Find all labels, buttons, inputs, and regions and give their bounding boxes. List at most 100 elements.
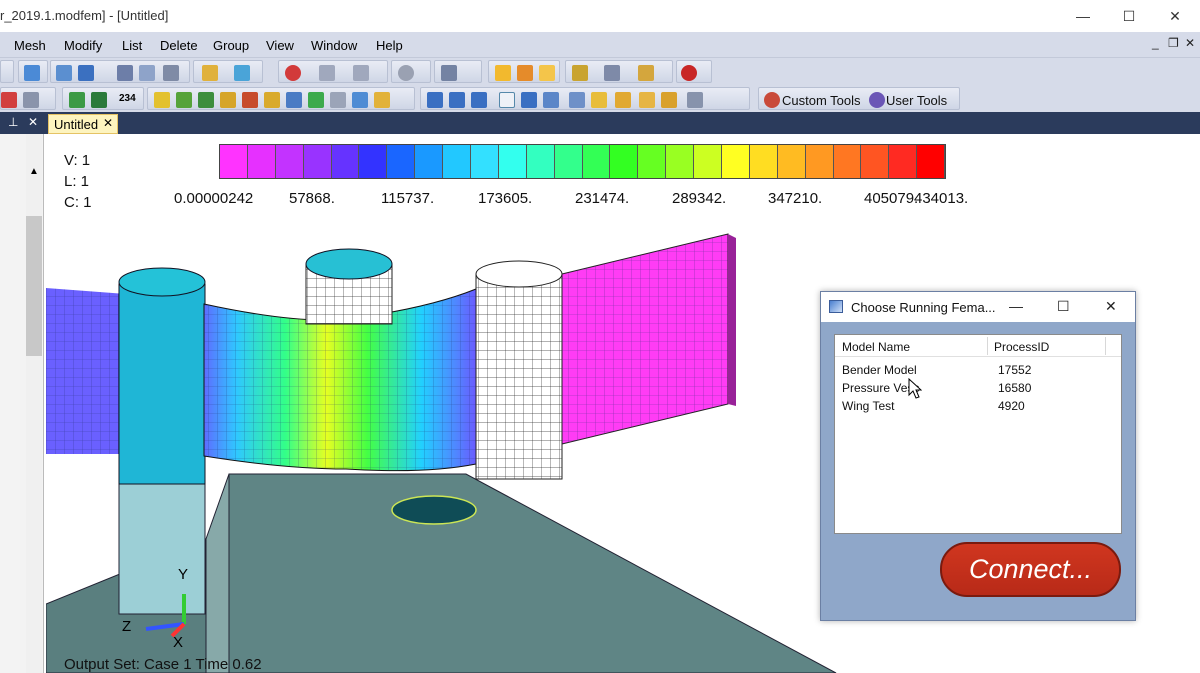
delete-icon[interactable] xyxy=(1,92,17,108)
filter-icon[interactable] xyxy=(23,92,39,108)
solid-icon[interactable] xyxy=(198,92,214,108)
select-box-icon[interactable] xyxy=(353,65,369,81)
user-tools-button[interactable]: User Tools xyxy=(886,93,947,108)
pin-icon[interactable]: ⊥ xyxy=(8,115,18,129)
connect-button[interactable]: Connect... xyxy=(940,542,1121,597)
mdi-restore-button[interactable]: ❐ xyxy=(1168,36,1179,50)
app-icon xyxy=(829,300,843,313)
connect-icon[interactable] xyxy=(286,92,302,108)
custom-tools-icon[interactable] xyxy=(764,92,780,108)
process-id: 17552 xyxy=(998,363,1032,377)
maximize-button[interactable]: ☐ xyxy=(1106,4,1152,28)
menu-modify[interactable]: Modify xyxy=(64,38,102,53)
database-icon[interactable] xyxy=(572,65,588,81)
toolbar-row-2: 234 Custom Tools User Tools xyxy=(0,85,1200,112)
close-button[interactable]: ✕ xyxy=(1152,4,1198,28)
curve-icon[interactable] xyxy=(91,92,107,108)
scrollbar[interactable] xyxy=(26,134,42,673)
menu-window[interactable]: Window xyxy=(311,38,357,53)
constraint-icon[interactable] xyxy=(264,92,280,108)
pointer-icon[interactable] xyxy=(319,65,335,81)
table-icon[interactable] xyxy=(499,92,515,108)
mdi-minimize-button[interactable]: _ xyxy=(1152,36,1159,50)
beam-icon[interactable] xyxy=(427,92,443,108)
pane-close-icon[interactable]: ✕ xyxy=(28,115,38,129)
user-tools-icon[interactable] xyxy=(869,92,885,108)
list-icon[interactable] xyxy=(117,65,133,81)
export-icon[interactable] xyxy=(591,92,607,108)
mesh-icon[interactable] xyxy=(154,92,170,108)
load-icon[interactable] xyxy=(242,92,258,108)
menu-group[interactable]: Group xyxy=(213,38,249,53)
box-icon[interactable] xyxy=(330,92,346,108)
dialog-maximize-button[interactable]: ☐ xyxy=(1057,298,1070,315)
minimize-button[interactable]: — xyxy=(1060,4,1106,28)
toolbar-group-measure xyxy=(193,60,263,83)
list-item[interactable]: Pressure Vess 16580 xyxy=(835,379,1121,397)
model-name: Wing Test xyxy=(842,399,895,413)
model-icon[interactable] xyxy=(24,65,40,81)
scrollbar-thumb[interactable] xyxy=(26,216,42,356)
list-item[interactable]: Bender Model 17552 xyxy=(835,361,1121,379)
menu-mesh[interactable]: Mesh xyxy=(14,38,46,53)
model-name: Bender Model xyxy=(842,363,917,377)
dialog-close-button[interactable]: ✕ xyxy=(1105,298,1117,315)
layer-icon[interactable] xyxy=(139,65,155,81)
window-icon[interactable] xyxy=(638,65,654,81)
toolbar-group-tools: Custom Tools User Tools xyxy=(758,87,960,110)
cross-icon[interactable] xyxy=(308,92,324,108)
grid-view-icon[interactable] xyxy=(543,92,559,108)
matrix-icon[interactable] xyxy=(569,92,585,108)
pencil-icon[interactable] xyxy=(517,65,533,81)
surface-icon[interactable] xyxy=(176,92,192,108)
process-list[interactable]: Model Name ProcessID Bender Model 17552 … xyxy=(834,334,1122,534)
point-icon[interactable] xyxy=(69,92,85,108)
menu-help[interactable]: Help xyxy=(376,38,403,53)
cancel-icon[interactable] xyxy=(398,65,414,81)
dialog-minimize-button[interactable]: — xyxy=(1009,298,1023,314)
toolbar-group-render xyxy=(488,60,560,83)
toolbar-group-entities xyxy=(50,60,190,83)
numbering-icon[interactable]: 234 xyxy=(119,93,136,104)
axis-y-label: Y xyxy=(178,566,189,583)
text-icon[interactable] xyxy=(220,92,236,108)
mdi-close-button[interactable]: ✕ xyxy=(1185,36,1195,50)
mouse-cursor-icon xyxy=(908,378,922,399)
eraser-icon[interactable] xyxy=(539,65,555,81)
toolbar-group-open xyxy=(18,60,48,83)
menu-list[interactable]: List xyxy=(122,38,142,53)
view-icon[interactable] xyxy=(441,65,457,81)
toolbar-row-1 xyxy=(0,58,1200,85)
node-icon[interactable] xyxy=(56,65,72,81)
home-icon[interactable] xyxy=(661,92,677,108)
dialog-title: Choose Running Fema... xyxy=(851,300,996,315)
grid-icon[interactable] xyxy=(604,65,620,81)
plate-icon[interactable] xyxy=(449,92,465,108)
toolbar-group-select xyxy=(278,60,388,83)
shell-icon[interactable] xyxy=(471,92,487,108)
tools-icon[interactable] xyxy=(234,65,250,81)
import-icon[interactable] xyxy=(615,92,631,108)
list-header: Model Name ProcessID xyxy=(835,335,1121,357)
render-icon[interactable] xyxy=(495,65,511,81)
menu-view[interactable]: View xyxy=(266,38,294,53)
tab-untitled[interactable]: Untitled ✕ xyxy=(48,114,118,134)
contour-icon[interactable] xyxy=(521,92,537,108)
toolbar-group-geometry: 234 xyxy=(62,87,144,110)
stop-icon[interactable] xyxy=(285,65,301,81)
tab-close-icon[interactable]: ✕ xyxy=(103,116,113,130)
report-icon[interactable] xyxy=(687,92,703,108)
element-icon[interactable] xyxy=(78,65,94,81)
close-model-icon[interactable] xyxy=(681,65,697,81)
palette-icon[interactable] xyxy=(374,92,390,108)
cube-icon[interactable] xyxy=(163,65,179,81)
column-model-name[interactable]: Model Name xyxy=(842,340,910,354)
menu-delete[interactable]: Delete xyxy=(160,38,198,53)
custom-tools-button[interactable]: Custom Tools xyxy=(782,93,861,108)
column-process-id[interactable]: ProcessID xyxy=(994,340,1049,354)
scroll-up-icon[interactable]: ▲ xyxy=(29,166,39,177)
list-item[interactable]: Wing Test 4920 xyxy=(835,397,1121,415)
ruler-icon[interactable] xyxy=(202,65,218,81)
upload-icon[interactable] xyxy=(639,92,655,108)
axis-icon[interactable] xyxy=(352,92,368,108)
